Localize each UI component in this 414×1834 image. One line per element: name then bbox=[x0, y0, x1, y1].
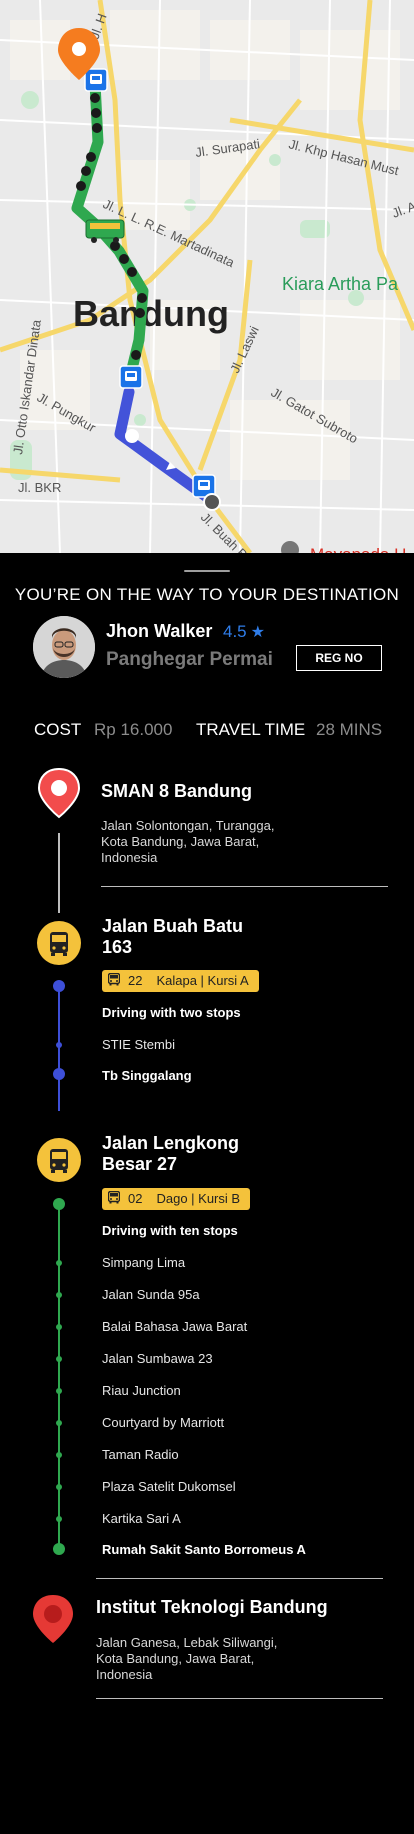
leg2-route-number: 02 bbox=[128, 1191, 143, 1206]
star-icon: ★ bbox=[250, 624, 265, 641]
driver-name: Jhon Walker bbox=[106, 621, 213, 641]
driver-avatar bbox=[33, 616, 95, 678]
travel-time-label: TRAVEL TIME bbox=[196, 720, 306, 739]
bus-stop-icon bbox=[37, 921, 81, 965]
divider bbox=[96, 1698, 383, 1699]
divider bbox=[101, 886, 388, 887]
origin-address: Jalan Solontongan, Turangga, Kota Bandun… bbox=[101, 818, 275, 865]
trip-status-banner: YOU’RE ON THE WAY TO YOUR DESTINATION bbox=[14, 585, 400, 604]
list-item: STIE Stembi bbox=[102, 1037, 175, 1052]
list-item: Plaza Satelit Dukomsel bbox=[102, 1479, 236, 1494]
list-item: Balai Bahasa Jawa Barat bbox=[102, 1319, 248, 1334]
route-map[interactable]: Jl. Surapati Jl. Khp Hasan Must Jl. L. L… bbox=[0, 0, 414, 553]
destination-title: Institut Teknologi Bandung bbox=[96, 1597, 328, 1617]
leg1-route-name: Kalapa | Kursi A bbox=[156, 973, 249, 988]
origin-title: SMAN 8 Bandung bbox=[101, 781, 252, 801]
driver-location: Panghegar Permai bbox=[106, 649, 273, 670]
travel-time-value: 28 MINS bbox=[316, 720, 383, 739]
bus-stop-icon bbox=[37, 1138, 81, 1182]
leg1-stop-dot bbox=[56, 1042, 62, 1048]
bus-icon bbox=[107, 971, 121, 993]
leg1-start-dot bbox=[53, 980, 65, 992]
svg-text:Jl. BKR: Jl. BKR bbox=[18, 480, 61, 495]
leg1-title: Jalan Buah Batu 163 bbox=[102, 916, 244, 957]
leg2-end-stop: Rumah Sakit Santo Borromeus A bbox=[102, 1542, 306, 1557]
destination-marker-icon bbox=[31, 1593, 75, 1650]
leg1-end-dot bbox=[53, 1068, 65, 1080]
leg2-driving-text: Driving with ten stops bbox=[102, 1223, 238, 1238]
reg-no-button[interactable]: REG NO bbox=[296, 645, 382, 671]
origin-pin-icon bbox=[37, 767, 81, 824]
leg2-route-line bbox=[58, 1203, 60, 1503]
list-item: Jalan Sumbawa 23 bbox=[102, 1351, 213, 1366]
map-poi-label: Mayapada H bbox=[310, 545, 406, 553]
divider bbox=[96, 1578, 383, 1579]
bus-stop-marker-icon bbox=[84, 68, 108, 92]
leg2-route-badge[interactable]: 02 Dago | Kursi B bbox=[102, 1188, 251, 1211]
list-item: Riau Junction bbox=[102, 1383, 181, 1398]
list-item: Simpang Lima bbox=[102, 1255, 186, 1270]
map-area-label: Kiara Artha Pa bbox=[282, 274, 399, 294]
leg2-start-dot bbox=[53, 1198, 65, 1210]
drag-handle[interactable] bbox=[184, 570, 230, 572]
map-city-label: Bandung bbox=[73, 293, 229, 334]
leg1-end-stop: Tb Singgalang bbox=[102, 1068, 192, 1083]
leg1-route-number: 22 bbox=[128, 973, 143, 988]
cost-value: Rp 16.000 bbox=[94, 720, 173, 739]
leg1-driving-text: Driving with two stops bbox=[102, 1005, 241, 1020]
bus-icon bbox=[107, 1189, 121, 1211]
list-item: Kartika Sari A bbox=[102, 1511, 181, 1526]
leg1-route-badge[interactable]: 22 Kalapa | Kursi A bbox=[102, 970, 259, 992]
rating-value: 4.5 bbox=[223, 622, 247, 641]
cost-label: COST bbox=[34, 720, 82, 739]
trip-bottom-sheet: YOU’RE ON THE WAY TO YOUR DESTINATION Jh… bbox=[0, 553, 414, 1834]
destination-address: Jalan Ganesa, Lebak Siliwangi, Kota Band… bbox=[96, 1635, 278, 1682]
list-item: Courtyard by Marriott bbox=[102, 1415, 225, 1430]
leg2-title: Jalan Lengkong Besar 27 bbox=[102, 1133, 240, 1174]
origin-connector bbox=[58, 833, 60, 913]
list-item: Taman Radio bbox=[102, 1447, 179, 1462]
driver-rating: 4.5 ★ bbox=[223, 622, 265, 642]
list-item: Jalan Sunda 95a bbox=[102, 1287, 200, 1302]
leg2-route-name: Dago | Kursi B bbox=[156, 1191, 241, 1206]
